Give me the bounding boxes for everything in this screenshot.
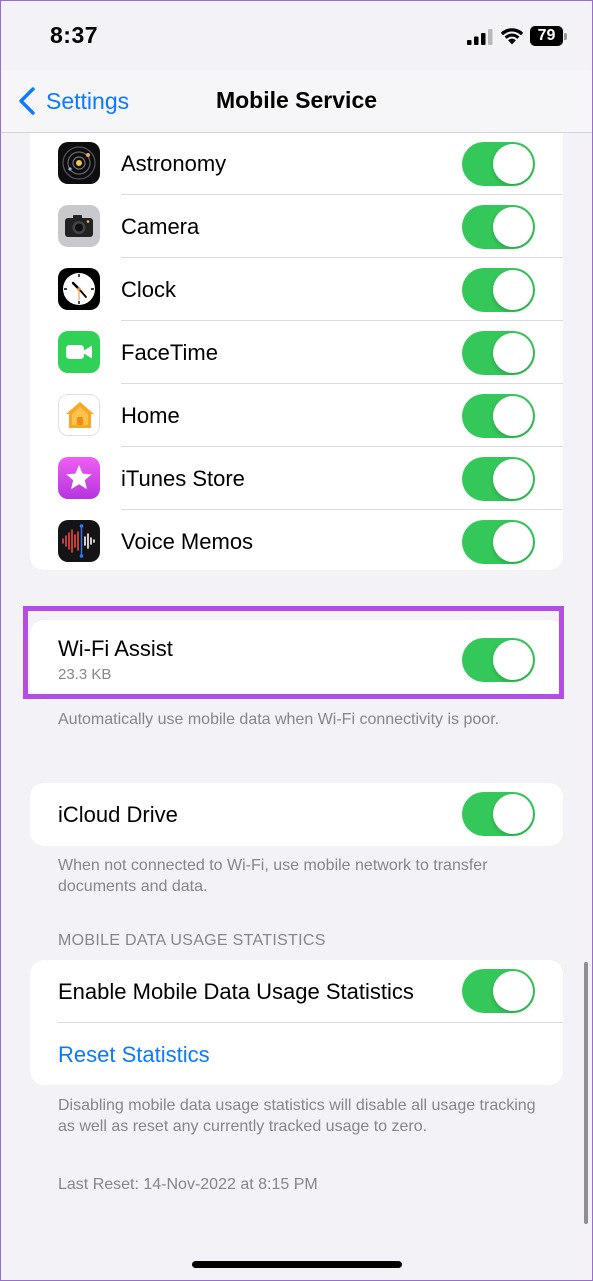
battery-level: 79 — [530, 26, 563, 46]
app-name: Astronomy — [121, 151, 227, 176]
clock-icon — [58, 268, 100, 310]
wifi-assist-group: Wi-Fi Assist 23.3 KB — [30, 620, 563, 700]
status-bar: 8:37 79 — [0, 0, 593, 70]
facetime-toggle[interactable] — [462, 331, 535, 375]
app-name: iTunes Store — [121, 466, 245, 491]
home-toggle[interactable] — [462, 394, 535, 438]
clock-toggle[interactable] — [462, 268, 535, 312]
app-name: Clock — [121, 277, 177, 302]
reset-statistics-row[interactable]: Reset Statistics — [30, 1023, 563, 1085]
app-row-home: Home — [30, 384, 563, 447]
icloud-drive-label: iCloud Drive — [58, 802, 178, 827]
apps-list: Astronomy Camera Clock FaceTime Home iTu… — [30, 103, 563, 570]
enable-statistics-label: Enable Mobile Data Usage Statistics — [58, 979, 414, 1004]
statistics-group: Enable Mobile Data Usage Statistics Rese… — [30, 960, 563, 1085]
app-name: Voice Memos — [121, 529, 254, 554]
itunes-store-toggle[interactable] — [462, 457, 535, 501]
enable-statistics-toggle[interactable] — [462, 969, 535, 1013]
voice-memos-toggle[interactable] — [462, 520, 535, 564]
app-name: Camera — [121, 214, 200, 239]
app-row-clock: Clock — [30, 258, 563, 321]
wifi-assist-footnote: Automatically use mobile data when Wi-Fi… — [58, 711, 500, 728]
camera-icon — [58, 205, 100, 247]
home-icon — [58, 394, 100, 436]
icloud-drive-group: iCloud Drive — [30, 783, 563, 846]
statistics-footnote: Disabling mobile data usage statistics w… — [58, 1097, 536, 1135]
camera-toggle[interactable] — [462, 205, 535, 249]
astronomy-toggle[interactable] — [462, 142, 535, 186]
cellular-signal-icon — [467, 29, 493, 45]
page-title: Mobile Service — [215, 87, 378, 113]
last-reset-text: Last Reset: 14-Nov-2022 at 8:15 PM — [58, 1176, 318, 1193]
app-name: FaceTime — [121, 340, 218, 365]
home-indicator — [192, 1261, 402, 1268]
icloud-drive-toggle[interactable] — [462, 792, 535, 836]
voice-memos-icon — [58, 520, 100, 562]
app-name: Home — [121, 403, 180, 428]
app-row-camera: Camera — [30, 195, 563, 258]
enable-statistics-row: Enable Mobile Data Usage Statistics — [30, 960, 563, 1023]
wifi-icon — [500, 28, 524, 45]
app-row-voice-memos: Voice Memos — [30, 510, 563, 570]
itunes-store-icon — [58, 457, 100, 499]
scroll-indicator — [584, 962, 588, 1224]
app-row-facetime: FaceTime — [30, 321, 563, 384]
status-time: 8:37 — [50, 22, 99, 48]
wifi-assist-label: Wi-Fi Assist — [58, 636, 173, 661]
battery-icon: 79 — [530, 26, 568, 46]
app-row-itunes-store: iTunes Store — [30, 447, 563, 510]
app-row-astronomy: Astronomy — [30, 132, 563, 195]
wifi-assist-usage: 23.3 KB — [58, 666, 112, 683]
icloud-drive-footnote: When not connected to Wi-Fi, use mobile … — [58, 857, 488, 895]
facetime-icon — [58, 331, 100, 373]
navigation-bar: Settings Mobile Service — [0, 70, 593, 133]
wifi-assist-toggle[interactable] — [462, 638, 535, 682]
astronomy-icon — [58, 142, 100, 184]
section-header-statistics: MOBILE DATA USAGE STATISTICS — [58, 932, 326, 949]
reset-statistics-button[interactable]: Reset Statistics — [58, 1023, 210, 1085]
